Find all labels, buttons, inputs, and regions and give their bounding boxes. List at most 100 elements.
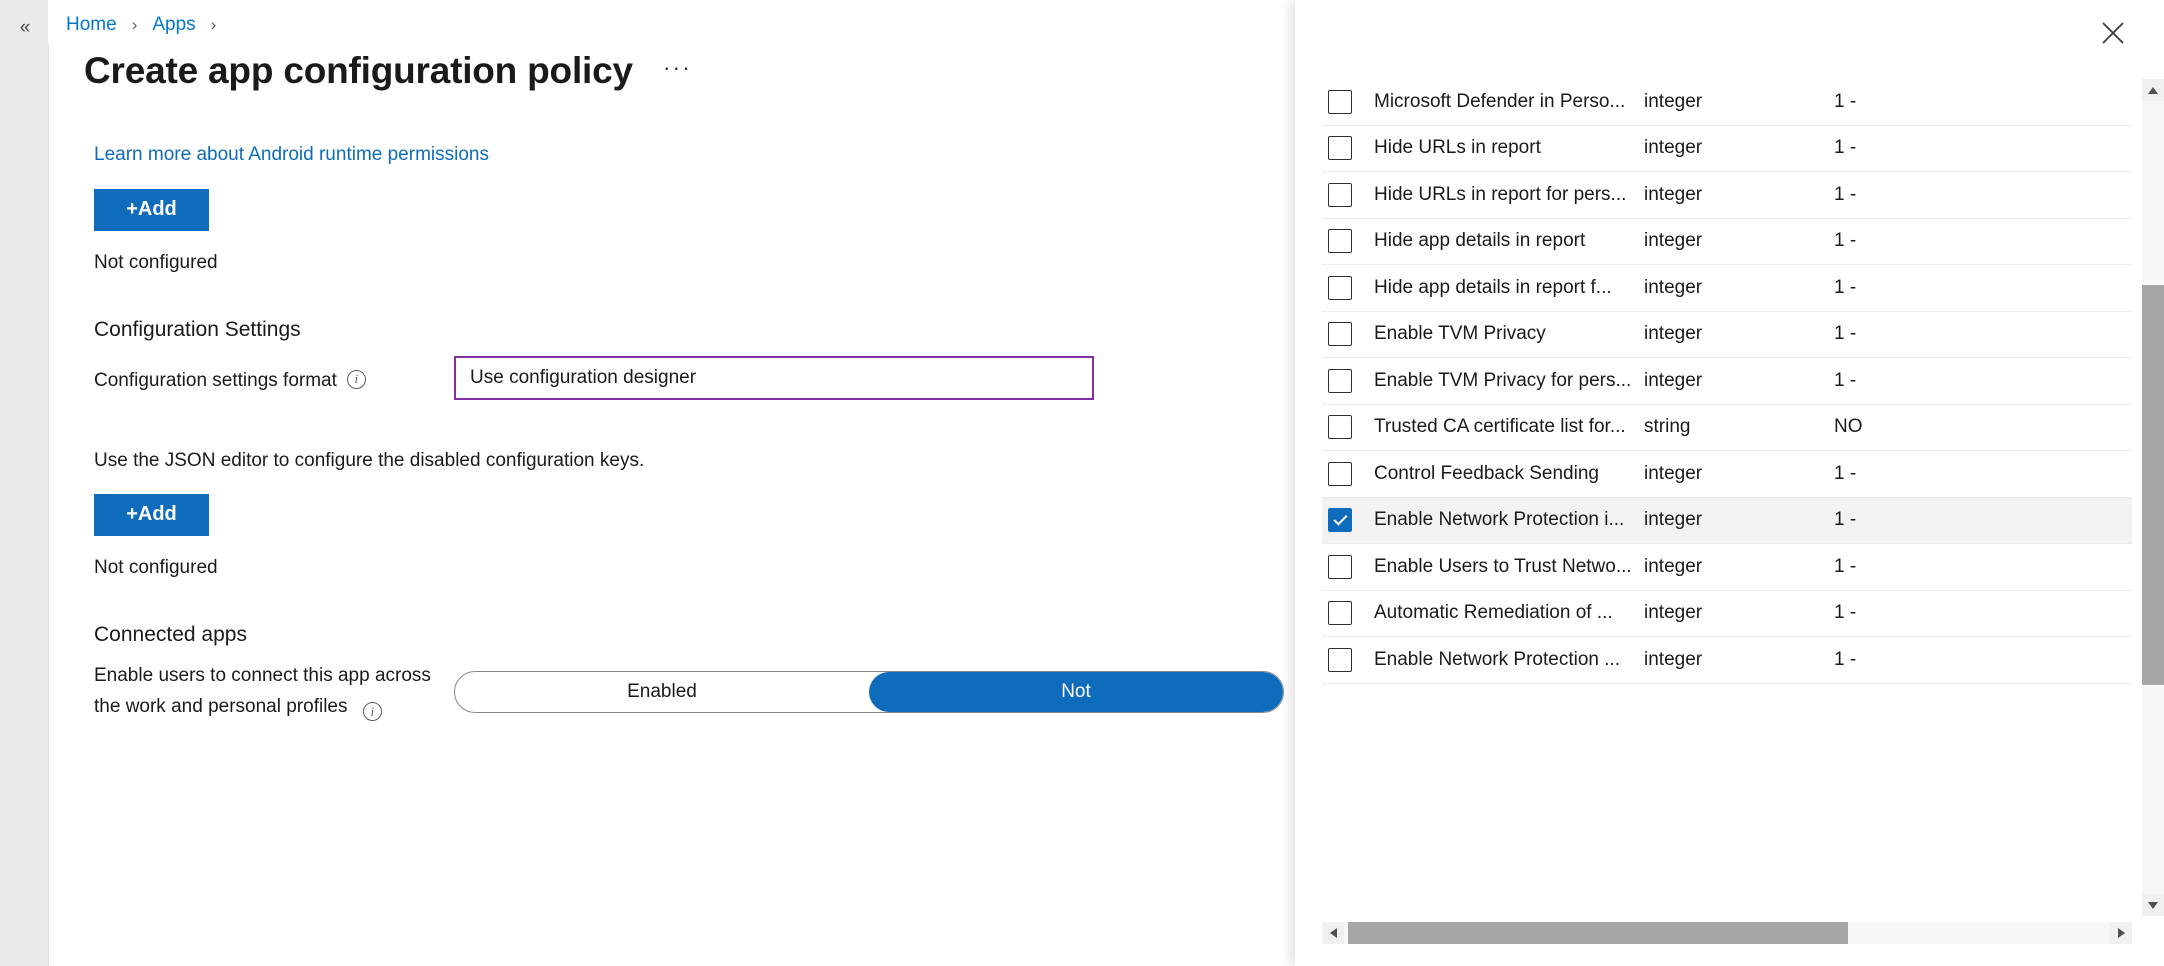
configuration-settings-format-dropdown[interactable]: Use configuration designer [454, 356, 1094, 400]
row-checkbox-cell[interactable] [1322, 647, 1374, 672]
row-checkbox-cell[interactable] [1322, 601, 1374, 626]
connected-apps-row: Enable users to connect this app across … [94, 661, 1294, 723]
row-default-value: 1 - [1834, 137, 1857, 159]
permissions-status-text: Not configured [94, 252, 218, 273]
row-value-type: integer [1644, 90, 1703, 112]
row-name: Enable Users to Trust Netwo... [1374, 555, 1632, 577]
row-default-value: 1 - [1834, 555, 1857, 577]
table-row[interactable]: Hide URLs in report integer 1 - [1322, 126, 2132, 172]
row-checkbox-cell[interactable] [1322, 136, 1374, 161]
row-checkbox-cell[interactable] [1322, 508, 1374, 533]
connected-apps-label: Enable users to connect this app across … [94, 661, 454, 723]
row-name: Enable Network Protection ... [1374, 648, 1621, 670]
row-name: Enable TVM Privacy [1374, 323, 1546, 345]
checkbox-checked-icon[interactable] [1328, 508, 1352, 533]
checkbox-icon[interactable] [1328, 136, 1352, 161]
row-name: Microsoft Defender in Perso... [1374, 90, 1626, 112]
settings-picker-flyout: Microsoft Defender in Perso... integer 1 -… [1295, 0, 2164, 966]
row-checkbox-cell[interactable] [1322, 322, 1374, 347]
more-options-icon[interactable]: ··· [663, 54, 692, 89]
checkbox-icon[interactable] [1328, 554, 1352, 579]
row-default-value: 1 - [1834, 183, 1857, 205]
table-row[interactable]: Hide app details in report integer 1 - [1322, 219, 2132, 265]
table-row[interactable]: Hide URLs in report for pers... integer 1 … [1322, 172, 2132, 219]
checkbox-icon[interactable] [1328, 461, 1352, 486]
connected-apps-toggle[interactable]: Enabled Not [454, 670, 1284, 713]
row-value-type: integer [1644, 137, 1703, 159]
row-value-type: integer [1644, 323, 1703, 345]
row-name: Enable Network Protection i... [1374, 509, 1625, 531]
toggle-option-not-configured[interactable]: Not [869, 671, 1283, 712]
row-checkbox-cell[interactable] [1322, 461, 1374, 486]
scroll-left-icon[interactable] [1322, 922, 1344, 944]
scroll-up-icon[interactable] [2142, 79, 2164, 101]
breadcrumb-item-home[interactable]: Home [64, 14, 119, 36]
table-row[interactable]: Enable Users to Trust Netwo... integer 1 - [1322, 544, 2132, 591]
connected-apps-heading: Connected apps [94, 623, 247, 646]
table-row[interactable]: Enable TVM Privacy for pers... integer 1 - [1322, 358, 2132, 405]
collapse-nav-icon[interactable]: « [12, 14, 38, 40]
nav-rail: « [0, 0, 48, 966]
row-checkbox-cell[interactable] [1322, 229, 1374, 254]
table-row[interactable]: Hide app details in report f... integer 1 … [1322, 265, 2132, 312]
table-row[interactable]: Enable Network Protection ... integer 1 - [1322, 637, 2132, 684]
row-default-value: 1 - [1834, 276, 1857, 298]
checkbox-icon[interactable] [1328, 415, 1352, 440]
row-default-value: 1 - [1834, 230, 1857, 252]
row-value-type: integer [1644, 276, 1703, 298]
row-checkbox-cell[interactable] [1322, 182, 1374, 207]
row-checkbox-cell[interactable] [1322, 368, 1374, 393]
checkbox-icon[interactable] [1328, 229, 1352, 254]
table-row[interactable]: Automatic Remediation of ... integer 1 - [1322, 591, 2132, 637]
info-icon[interactable]: i [346, 370, 366, 389]
vscroll-thumb[interactable] [2142, 285, 2164, 685]
add-permission-button[interactable]: +Add [94, 189, 209, 231]
row-name: Hide URLs in report for pers... [1374, 183, 1627, 205]
hscroll-thumb[interactable] [1348, 922, 1848, 944]
row-value-type: string [1644, 416, 1691, 438]
row-name: Enable TVM Privacy for pers... [1374, 369, 1632, 391]
breadcrumb-item-apps[interactable]: Apps [150, 14, 197, 36]
table-row[interactable]: Trusted CA certificate list for... string… [1322, 405, 2132, 451]
row-name: Automatic Remediation of ... [1374, 602, 1613, 624]
row-checkbox-cell[interactable] [1322, 415, 1374, 440]
row-value-type: integer [1644, 230, 1703, 252]
table-row[interactable]: Microsoft Defender in Perso... integer 1 - [1322, 79, 2132, 126]
row-value-type: integer [1644, 648, 1703, 670]
row-default-value: 1 - [1834, 509, 1857, 531]
checkbox-icon[interactable] [1328, 368, 1352, 393]
checkbox-icon[interactable] [1328, 601, 1352, 626]
breadcrumb: Home › Apps › [64, 8, 229, 42]
row-checkbox-cell[interactable] [1322, 89, 1374, 114]
scroll-down-icon[interactable] [2142, 894, 2164, 916]
learn-more-link[interactable]: Learn more about Android runtime permiss… [94, 144, 489, 166]
row-default-value: 1 - [1834, 90, 1857, 112]
page-title: Create app configuration policy [84, 50, 633, 91]
row-value-type: integer [1644, 462, 1703, 484]
connected-apps-label-line2: the work and personal profiles [94, 695, 348, 717]
table-row[interactable]: Control Feedback Sending integer 1 - [1322, 451, 2132, 498]
info-icon-connected-apps[interactable]: i [362, 701, 382, 721]
checkbox-icon[interactable] [1328, 322, 1352, 347]
connected-apps-label-line1: Enable users to connect this app across [94, 665, 431, 686]
row-checkbox-cell[interactable] [1322, 554, 1374, 579]
checkbox-icon[interactable] [1328, 182, 1352, 207]
checkbox-icon[interactable] [1328, 647, 1352, 672]
row-default-value: 1 - [1834, 369, 1857, 391]
toggle-option-enabled[interactable]: Enabled [455, 672, 869, 712]
list-vertical-scrollbar[interactable] [2142, 79, 2164, 916]
row-checkbox-cell[interactable] [1322, 275, 1374, 300]
row-name: Control Feedback Sending [1374, 462, 1599, 484]
settings-status-text: Not configured [94, 557, 218, 578]
table-row[interactable]: Enable TVM Privacy integer 1 - [1322, 312, 2132, 358]
row-name: Trusted CA certificate list for... [1374, 416, 1626, 438]
close-icon[interactable] [2094, 14, 2132, 52]
list-horizontal-scrollbar[interactable] [1322, 922, 2132, 944]
add-setting-button[interactable]: +Add [94, 494, 209, 536]
table-row[interactable]: Enable Network Protection i... integer 1 - [1322, 497, 2132, 544]
checkbox-icon[interactable] [1328, 275, 1352, 300]
checkbox-icon[interactable] [1328, 89, 1352, 114]
scroll-right-icon[interactable] [2110, 922, 2132, 944]
row-default-value: NO [1834, 416, 1863, 438]
app-root: « Home › Apps › Create app configuration… [0, 0, 2164, 966]
